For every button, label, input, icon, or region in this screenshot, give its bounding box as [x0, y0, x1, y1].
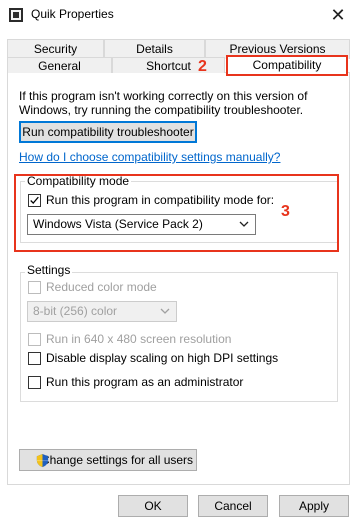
- chevron-down-icon: [160, 308, 170, 314]
- annotation-number: 2: [198, 58, 207, 75]
- cancel-button[interactable]: Cancel: [198, 495, 268, 517]
- run-640-checkbox[interactable]: [28, 333, 41, 346]
- close-icon[interactable]: ✕: [327, 4, 349, 26]
- title-bar: Quik Properties ✕: [0, 0, 357, 31]
- window-title: Quik Properties: [31, 7, 114, 21]
- app-icon: [9, 8, 23, 22]
- ok-button[interactable]: OK: [118, 495, 188, 517]
- tab-details[interactable]: Details: [104, 39, 205, 59]
- disable-dpi-checkbox[interactable]: [28, 352, 41, 365]
- disable-dpi-label: Disable display scaling on high DPI sett…: [46, 351, 279, 365]
- shield-icon: [36, 453, 49, 468]
- run-troubleshooter-button[interactable]: Run compatibility troubleshooter: [19, 121, 197, 143]
- highlight-box: [14, 174, 339, 252]
- intro-text: If this program isn't working correctly …: [19, 89, 308, 117]
- run-admin-checkbox[interactable]: [28, 376, 41, 389]
- color-depth-select[interactable]: 8-bit (256) color: [27, 301, 177, 322]
- settings-label: Settings: [25, 263, 73, 277]
- run-admin-label: Run this program as an administrator: [46, 375, 244, 389]
- annotation-number: 3: [281, 203, 290, 220]
- apply-button[interactable]: Apply: [279, 495, 349, 517]
- tab-general[interactable]: General: [7, 57, 112, 73]
- run-640-label: Run in 640 x 480 screen resolution: [46, 332, 232, 346]
- tab-security[interactable]: Security: [7, 39, 104, 59]
- change-settings-all-users-button[interactable]: Change settings for all users: [19, 449, 197, 471]
- highlight-box: [226, 55, 348, 76]
- reduced-color-label: Reduced color mode: [46, 280, 157, 294]
- reduced-color-checkbox[interactable]: [28, 281, 41, 294]
- tab-shortcut[interactable]: Shortcut: [112, 57, 225, 73]
- change-settings-all-users-label: Change settings for all users: [40, 453, 194, 467]
- color-depth-value: 8-bit (256) color: [33, 304, 118, 318]
- help-link[interactable]: How do I choose compatibility settings m…: [19, 150, 280, 164]
